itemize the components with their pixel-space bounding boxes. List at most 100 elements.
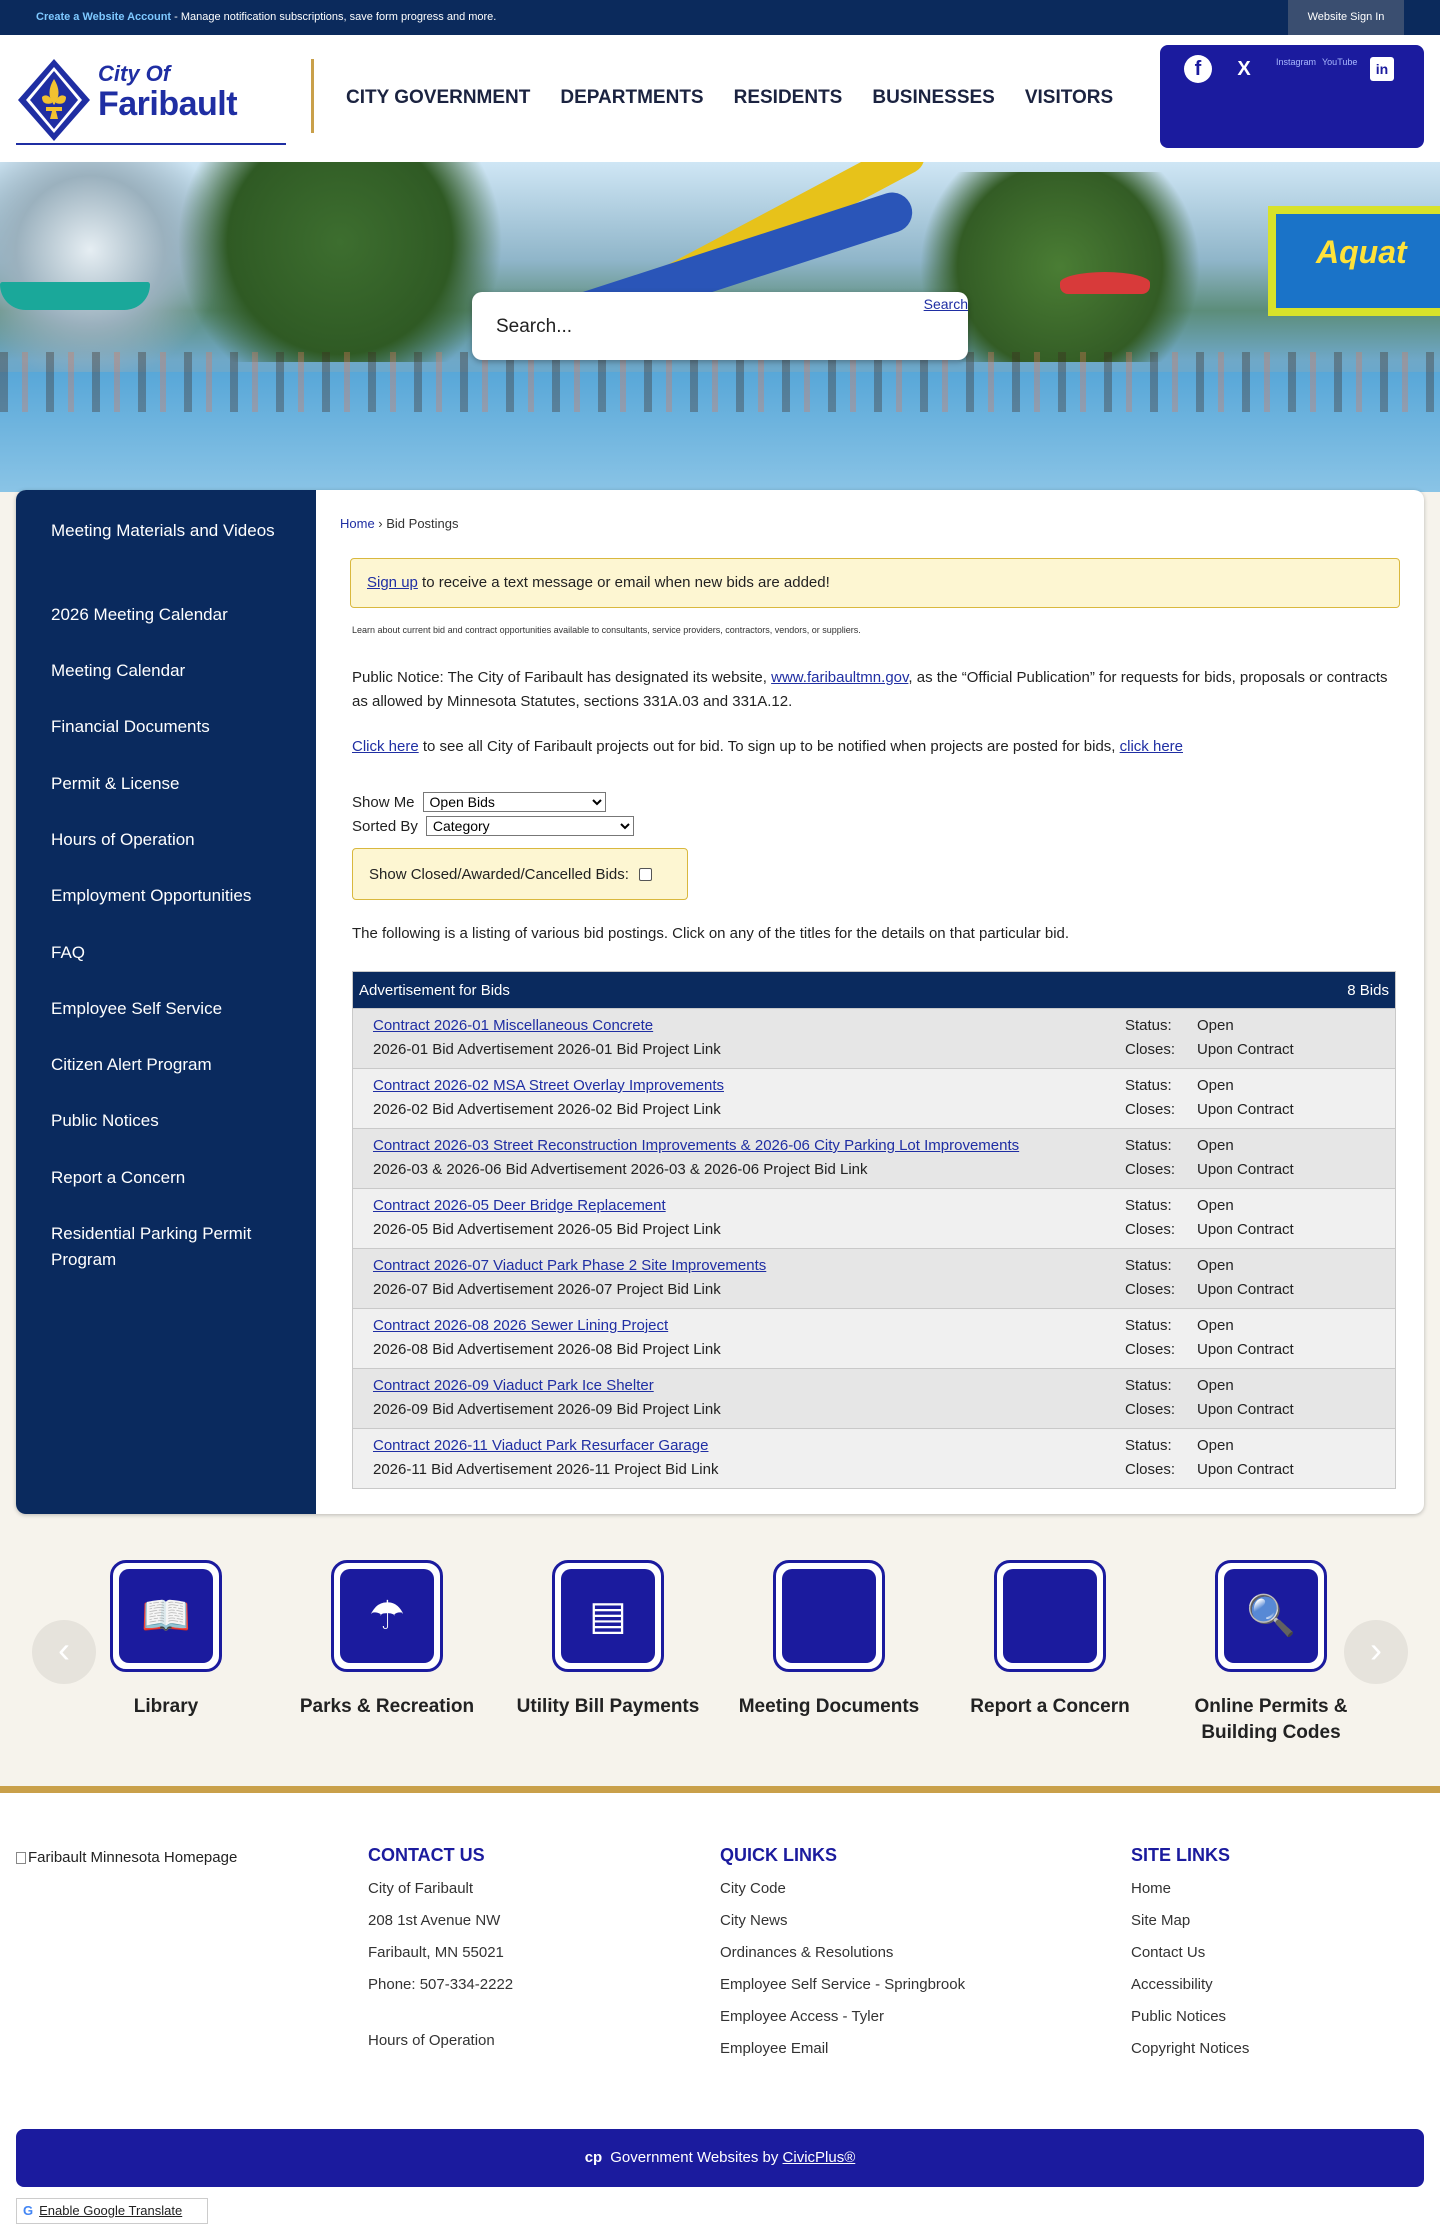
site-header: City Of Faribault City Government Depart… — [0, 35, 1440, 162]
x-twitter-icon[interactable]: X — [1230, 55, 1258, 83]
bid-title-link[interactable]: Contract 2026-07 Viaduct Park Phase 2 Si… — [373, 1257, 766, 1274]
quick-link-city-news[interactable]: City News — [720, 1912, 965, 1944]
contact-us-heading: CONTACT US — [368, 1845, 485, 1865]
aquatic-center-sign: Aquat — [1268, 206, 1440, 316]
nav-residents[interactable]: Residents — [734, 87, 843, 109]
show-closed-label: Show Closed/Awarded/Cancelled Bids: — [369, 865, 629, 883]
website-link[interactable]: www.faribaultmn.gov — [771, 669, 908, 686]
click-here-notify-link[interactable]: click here — [1120, 738, 1183, 755]
bid-title-link[interactable]: Contract 2026-02 MSA Street Overlay Impr… — [373, 1077, 724, 1094]
quick-link-tile[interactable]: Meeting Documents — [729, 1560, 929, 1720]
bid-title-link[interactable]: Contract 2026-05 Deer Bridge Replacement — [373, 1197, 666, 1214]
breadcrumb-separator: › — [374, 516, 387, 531]
site-link-site-map[interactable]: Site Map — [1131, 1912, 1249, 1944]
bid-status-label: Status: — [1125, 1077, 1172, 1094]
public-notice-before: Public Notice: The City of Faribault has… — [352, 669, 772, 686]
facebook-icon[interactable]: f — [1184, 55, 1212, 83]
sidebar-item-2026-meeting-calendar[interactable]: 2026 Meeting Calendar — [51, 602, 291, 628]
quick-link-springbrook[interactable]: Employee Self Service - Springbrook — [720, 1976, 965, 2008]
site-links-heading: SITE LINKS — [1131, 1845, 1231, 1865]
search-button[interactable]: Search — [924, 296, 968, 312]
quick-link-employee-email[interactable]: Employee Email — [720, 2040, 965, 2072]
breadcrumb-home[interactable]: Home — [340, 516, 375, 531]
bid-subtitle: 2026-11 Bid Advertisement 2026-11 Projec… — [373, 1461, 719, 1478]
sidebar-item-meeting-materials[interactable]: Meeting Materials and Videos — [51, 518, 291, 544]
fleur-de-lis-icon — [18, 59, 90, 141]
click-here-projects-link[interactable]: Click here — [352, 738, 419, 755]
quick-links-heading: QUICK LINKS — [720, 1845, 837, 1865]
instagram-icon[interactable]: Instagram — [1276, 57, 1316, 68]
bid-title-link[interactable]: Contract 2026-01 Miscellaneous Concrete — [373, 1017, 653, 1034]
bid-title-link[interactable]: Contract 2026-03 Street Reconstruction I… — [373, 1137, 1019, 1154]
bid-row: Contract 2026-08 2026 Sewer Lining Proje… — [353, 1308, 1395, 1368]
nav-businesses[interactable]: Businesses — [872, 87, 994, 109]
nav-city-government[interactable]: City Government — [346, 87, 530, 109]
search-input[interactable]: Search... — [496, 316, 572, 338]
show-closed-checkbox[interactable] — [638, 867, 652, 881]
bid-row: Contract 2026-05 Deer Bridge Replacement… — [353, 1188, 1395, 1248]
bid-closes-label: Closes: — [1125, 1341, 1176, 1358]
sidebar-item-public-notices[interactable]: Public Notices — [51, 1108, 291, 1134]
sorted-by-label: Sorted By — [352, 817, 418, 835]
bid-title-link[interactable]: Contract 2026-11 Viaduct Park Resurfacer… — [373, 1437, 708, 1454]
quick-link-tile[interactable]: Report a Concern — [950, 1560, 1150, 1720]
bid-title-link[interactable]: Contract 2026-08 2026 Sewer Lining Proje… — [373, 1317, 668, 1334]
sidebar-item-faq[interactable]: FAQ — [51, 940, 291, 966]
site-link-home[interactable]: Home — [1131, 1880, 1249, 1912]
logo-city-of: City Of — [98, 61, 171, 86]
quick-link-city-code[interactable]: City Code — [720, 1880, 965, 1912]
broken-image-icon — [16, 1852, 26, 1865]
public-notice: Public Notice: The City of Faribault has… — [352, 666, 1402, 714]
bid-closes-value: Upon Contract — [1197, 1341, 1294, 1358]
bid-title-link[interactable]: Contract 2026-09 Viaduct Park Ice Shelte… — [373, 1377, 654, 1394]
quick-link-tile[interactable]: ☂ Parks & Recreation — [287, 1560, 487, 1720]
google-translate-button[interactable]: G Enable Google Translate — [16, 2198, 208, 2224]
show-closed-toggle-box: Show Closed/Awarded/Cancelled Bids: — [352, 848, 688, 900]
quick-link-tile[interactable]: ▤ Utility Bill Payments — [508, 1560, 708, 1720]
linkedin-icon[interactable]: in — [1370, 57, 1394, 81]
sidebar-item-employee-self-service[interactable]: Employee Self Service — [51, 996, 291, 1022]
sidebar-item-permit-license[interactable]: Permit & License — [51, 771, 291, 797]
sidebar-item-meeting-calendar[interactable]: Meeting Calendar — [51, 658, 291, 684]
nav-visitors[interactable]: Visitors — [1025, 87, 1113, 109]
sign-up-link[interactable]: Sign up — [367, 574, 418, 591]
quick-link-tyler[interactable]: Employee Access - Tyler — [720, 2008, 965, 2040]
bid-status-value: Open — [1197, 1077, 1234, 1094]
quick-link-tile[interactable]: 📖 Library — [66, 1560, 266, 1720]
bid-subtitle: 2026-01 Bid Advertisement 2026-01 Bid Pr… — [373, 1041, 721, 1058]
youtube-icon[interactable]: YouTube — [1322, 57, 1357, 68]
sorted-by-select[interactable]: Category — [425, 816, 634, 836]
quick-link-icon-frame: 🔍 — [1215, 1560, 1327, 1672]
bid-status-value: Open — [1197, 1017, 1234, 1034]
website-sign-in-button[interactable]: Website Sign In — [1288, 0, 1404, 35]
quick-link-icon-frame: ▤ — [552, 1560, 664, 1672]
site-link-public-notices[interactable]: Public Notices — [1131, 2008, 1249, 2040]
sidebar-item-citizen-alert[interactable]: Citizen Alert Program — [51, 1052, 291, 1078]
contact-phone: Phone: 507-334-2222 — [368, 1976, 514, 1993]
nav-departments[interactable]: Departments — [560, 87, 703, 109]
sidebar-item-report-concern[interactable]: Report a Concern — [51, 1165, 291, 1191]
sidebar-item-financial-documents[interactable]: Financial Documents — [51, 714, 291, 740]
top-bar: Create a Website Account - Manage notifi… — [0, 0, 1440, 35]
bid-closes-value: Upon Contract — [1197, 1281, 1294, 1298]
sidebar-item-residential-parking[interactable]: Residential Parking Permit Program — [51, 1221, 291, 1273]
footer-home-logo[interactable]: Faribault Minnesota Homepage — [16, 1849, 237, 1866]
contact-hours-link[interactable]: Hours of Operation — [368, 2032, 513, 2064]
breadcrumb: Home › Bid Postings — [340, 516, 459, 531]
sidebar-item-employment[interactable]: Employment Opportunities — [51, 883, 291, 909]
bid-status-value: Open — [1197, 1317, 1234, 1334]
create-account-link[interactable]: Create a Website Account — [36, 11, 171, 23]
bid-status-label: Status: — [1125, 1137, 1172, 1154]
civicplus-link[interactable]: CivicPlus® — [783, 2149, 856, 2166]
quick-link-ordinances[interactable]: Ordinances & Resolutions — [720, 1944, 965, 1976]
city-logo[interactable]: City Of Faribault — [16, 55, 286, 145]
quick-link-tile[interactable]: 🔍 Online Permits & Building Codes — [1171, 1560, 1371, 1746]
sidebar-item-hours-of-operation[interactable]: Hours of Operation — [51, 827, 291, 853]
site-link-copyright[interactable]: Copyright Notices — [1131, 2040, 1249, 2072]
show-me-select[interactable]: Open Bids — [422, 792, 606, 812]
site-link-contact-us[interactable]: Contact Us — [1131, 1944, 1249, 1976]
quick-link-icon-frame: ☂ — [331, 1560, 443, 1672]
bid-closes-value: Upon Contract — [1197, 1161, 1294, 1178]
account-notice: Create a Website Account - Manage notifi… — [36, 11, 496, 23]
site-link-accessibility[interactable]: Accessibility — [1131, 1976, 1249, 2008]
